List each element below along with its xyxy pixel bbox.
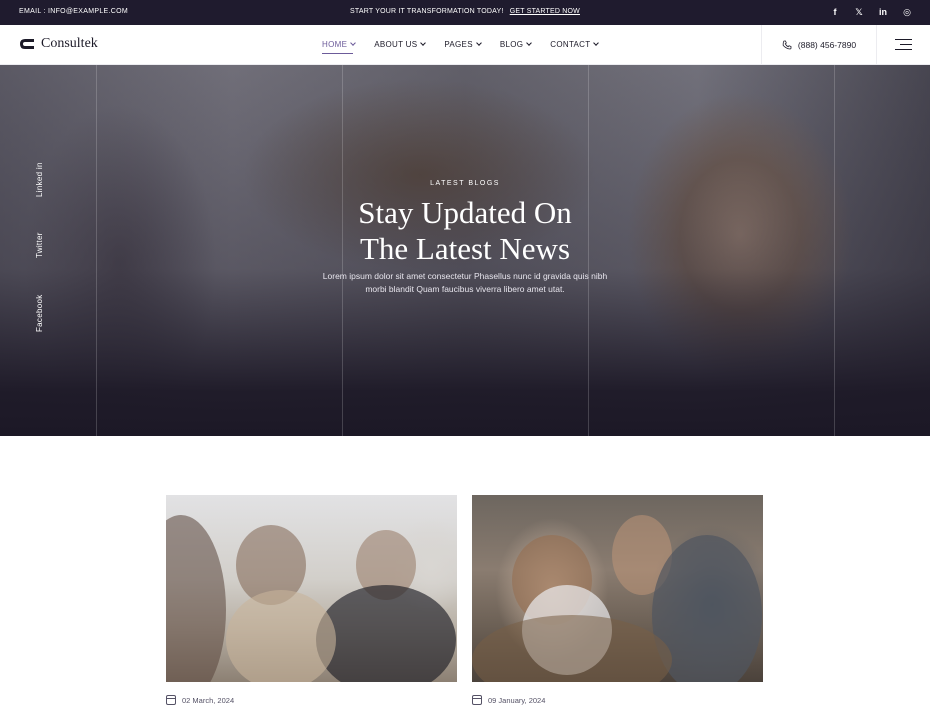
post-date: 02 March, 2024 (166, 695, 457, 705)
calendar-icon (166, 695, 176, 705)
social-links: f 𝕏 in ◎ (830, 7, 912, 18)
nav-home[interactable]: HOME (322, 40, 357, 54)
facebook-link[interactable]: Facebook (35, 294, 44, 332)
hero-description: Lorem ipsum dolor sit amet consectetur P… (322, 271, 608, 294)
top-bar: EMAIL : INFO@EXAMPLE.COM START YOUR IT T… (0, 0, 930, 25)
hero-title-line-1: Stay Updated On (358, 195, 572, 230)
logo-mark-icon (20, 39, 34, 49)
hero-title-line-2: The Latest News (359, 231, 571, 266)
divider (834, 65, 835, 436)
phone-number: (888) 456-7890 (797, 40, 857, 50)
linkedin-icon[interactable]: in (878, 7, 888, 18)
get-started-link[interactable]: GET STARTED NOW (510, 8, 580, 15)
nav-pages[interactable]: PAGES (444, 40, 482, 54)
nav-about-us[interactable]: ABOUT US (374, 40, 427, 54)
instagram-icon[interactable]: ◎ (902, 7, 912, 18)
post-date-text: 09 January, 2024 (488, 695, 546, 705)
phone-contact[interactable]: (888) 456-7890 (761, 25, 877, 65)
blog-card-image[interactable] (472, 495, 763, 682)
post-date-text: 02 March, 2024 (182, 695, 235, 705)
divider (96, 65, 97, 436)
promo-text: START YOUR IT TRANSFORMATION TODAY! (350, 8, 504, 15)
menu-hamburger-icon[interactable] (895, 39, 912, 51)
chevron-down-icon (350, 40, 357, 46)
nav-blog-label: BLOG (499, 40, 524, 49)
blog-card[interactable]: 09 January, 2024 (472, 495, 763, 705)
nav-home-label: HOME (322, 40, 348, 49)
logo-text: Consultek (41, 36, 98, 51)
post-date: 09 January, 2024 (472, 695, 763, 705)
x-twitter-icon[interactable]: 𝕏 (854, 7, 864, 18)
twitter-link[interactable]: Twitter (35, 232, 44, 258)
calendar-icon (472, 695, 482, 705)
chevron-down-icon (593, 40, 600, 46)
nav-contact-label: CONTACT (550, 40, 591, 49)
main-nav: HOME ABOUT US PAGES BLOG CONTACT (322, 40, 617, 54)
chevron-down-icon (476, 40, 482, 46)
site-header: Consultek HOME ABOUT US PAGES BLOG CONTA… (0, 25, 930, 65)
nav-contact[interactable]: CONTACT (550, 40, 600, 54)
nav-about-label: ABOUT US (374, 40, 418, 49)
nav-pages-label: PAGES (444, 40, 473, 49)
promo-banner: START YOUR IT TRANSFORMATION TODAY! GET … (0, 8, 930, 15)
hero-eyebrow: LATEST BLOGS (430, 180, 500, 187)
chevron-down-icon (420, 40, 427, 46)
facebook-icon[interactable]: f (830, 7, 840, 18)
logo[interactable]: Consultek (19, 36, 98, 52)
hero-title: Stay Updated On The Latest News (265, 195, 665, 267)
blog-card-image[interactable] (166, 495, 457, 682)
blog-card[interactable]: 02 March, 2024 (166, 495, 457, 705)
chevron-down-icon (526, 40, 533, 46)
phone-icon (782, 40, 792, 50)
hero-banner: Linked in Twitter Facebook LATEST BLOGS … (0, 65, 930, 436)
nav-blog[interactable]: BLOG (499, 40, 533, 54)
